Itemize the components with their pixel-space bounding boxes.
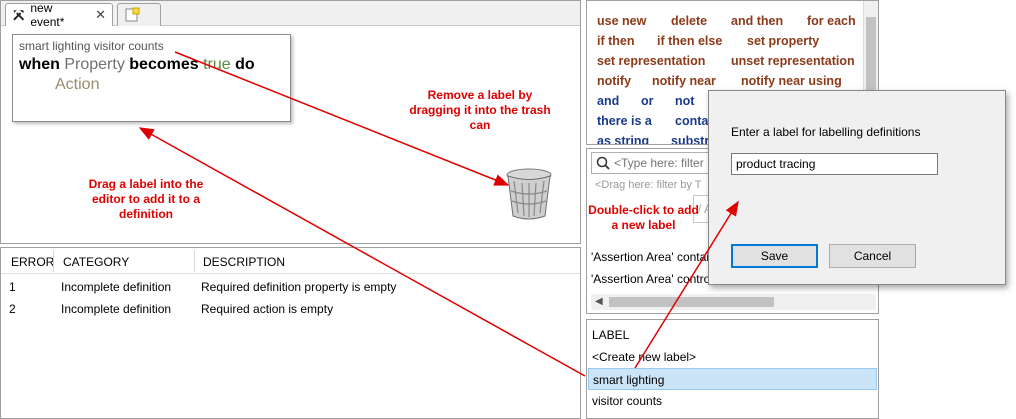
label-item-smart-lighting[interactable]: smart lighting (588, 368, 877, 390)
palette-item[interactable]: unset representation (731, 54, 855, 68)
table-row[interactable]: 2 Incomplete definition Required action … (1, 298, 580, 320)
horizontal-scrollbar[interactable]: ◀ (591, 294, 876, 310)
keyword-do: do (235, 56, 255, 73)
tools-icon (13, 10, 25, 21)
palette-item[interactable]: set property (747, 34, 819, 48)
palette-item[interactable]: for each (807, 14, 856, 28)
palette-item[interactable]: delete (671, 14, 707, 28)
scroll-left-icon[interactable]: ◀ (595, 296, 603, 307)
close-tab-icon[interactable]: ✕ (95, 7, 106, 23)
palette-item[interactable]: set representation (597, 54, 705, 68)
label-name-input[interactable] (731, 153, 938, 175)
definition-text: when Property becomes true do Action (19, 56, 284, 94)
trash-can-icon[interactable] (504, 167, 554, 221)
annotation-remove-label: Remove a label by dragging it into the t… (409, 88, 551, 132)
action-placeholder[interactable]: Action (55, 76, 284, 94)
tab-new-document[interactable] (117, 3, 161, 26)
annotation-drag-label: Drag a label into the editor to add it t… (88, 177, 204, 221)
palette-item[interactable]: if then (597, 34, 635, 48)
definition-card[interactable]: smart lighting visitor counts when Prope… (12, 34, 291, 122)
dialog-prompt: Enter a label for labelling definitions (731, 125, 921, 139)
description-cell: Required action is empty (201, 302, 334, 316)
palette-item[interactable]: notify (597, 74, 631, 88)
palette-item[interactable]: conta (675, 114, 708, 128)
palette-item[interactable]: not (675, 94, 694, 108)
column-separator[interactable] (53, 250, 54, 272)
keyword-when: when (19, 56, 60, 73)
keyword-becomes: becomes (129, 56, 199, 73)
property-placeholder[interactable]: Property (64, 56, 124, 73)
tab-label: new event* (30, 1, 65, 29)
palette-item[interactable]: and then (731, 14, 783, 28)
table-header: ERROR CATEGORY DESCRIPTION (1, 248, 580, 274)
label-list: LABEL <Create new label> smart lighting … (586, 319, 879, 419)
search-icon (596, 156, 610, 170)
rule-editor-panel: new event* ✕ smart lighting visitor coun… (0, 0, 581, 244)
drag-filter-zone[interactable]: <Drag here: filter by T (595, 179, 701, 191)
list-item[interactable]: 'Assertion Area' contai (591, 250, 709, 264)
category-cell: Incomplete definition (61, 302, 172, 316)
label-item-visitor-counts[interactable]: visitor counts (588, 390, 877, 412)
column-header-description[interactable]: DESCRIPTION (203, 255, 285, 269)
palette-item[interactable]: use new (597, 14, 646, 28)
new-document-icon (125, 7, 140, 22)
value-true[interactable]: true (203, 56, 231, 73)
error-cell: 2 (9, 302, 16, 316)
editor-tab-bar: new event* ✕ (1, 1, 580, 29)
description-cell: Required definition property is empty (201, 280, 397, 294)
cancel-button[interactable]: Cancel (829, 244, 916, 268)
new-label-dialog: Enter a label for labelling definitions … (708, 90, 1006, 285)
create-new-label-item[interactable]: <Create new label> (588, 346, 877, 368)
palette-item[interactable]: or (641, 94, 654, 108)
palette-item[interactable]: notify near using (741, 74, 842, 88)
palette-item[interactable]: there is a (597, 114, 652, 128)
palette-item[interactable]: as string (597, 134, 649, 144)
definition-labels: smart lighting visitor counts (19, 39, 164, 53)
tab-new-event[interactable]: new event* ✕ (5, 1, 113, 29)
save-button[interactable]: Save (731, 244, 818, 268)
table-row[interactable]: 1 Incomplete definition Required definit… (1, 276, 580, 298)
list-item[interactable]: 'Assertion Area' contro (591, 272, 710, 286)
palette-item[interactable]: if then else (657, 34, 722, 48)
palette-item[interactable]: substri (671, 134, 713, 144)
column-header-category[interactable]: CATEGORY (63, 255, 129, 269)
error-cell: 1 (9, 280, 16, 294)
category-cell: Incomplete definition (61, 280, 172, 294)
annotation-double-click: Double-click to add a new label (588, 203, 699, 232)
column-separator[interactable] (194, 250, 195, 272)
label-column-header[interactable]: LABEL (588, 324, 877, 346)
column-header-error[interactable]: ERROR (11, 255, 54, 269)
problems-table: ERROR CATEGORY DESCRIPTION 1 Incomplete … (0, 247, 581, 419)
palette-item[interactable]: notify near (652, 74, 716, 88)
scrollbar-thumb[interactable] (609, 297, 774, 307)
palette-item[interactable]: and (597, 94, 619, 108)
